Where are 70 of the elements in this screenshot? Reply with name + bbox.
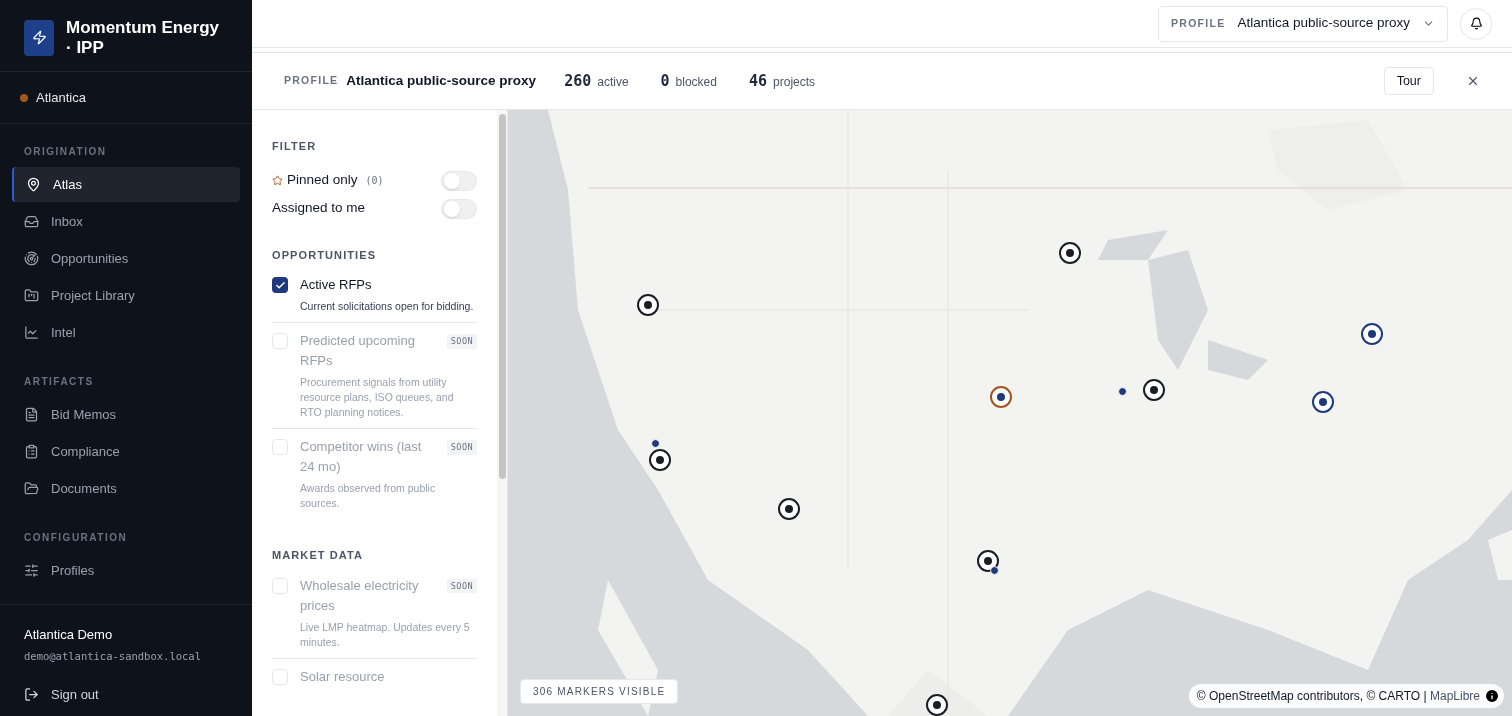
section-heading: CONFIGURATION: [23, 531, 129, 545]
check-icon: [274, 279, 286, 291]
section-heading: ORIGINATION: [23, 145, 108, 159]
option-description: Awards observed from public sources.: [300, 481, 437, 511]
stat-value: 0: [660, 70, 670, 92]
folder-icon: [24, 481, 39, 496]
option-description: Live LMP heatmap. Updates every 5 minutes.: [300, 619, 471, 650]
user-name: Atlantica Demo: [24, 626, 114, 645]
maplibre-link[interactable]: MapLibre: [1429, 689, 1480, 703]
toggle-switch[interactable]: [441, 198, 477, 219]
sliders-icon: [24, 563, 39, 578]
stat-label: active: [597, 73, 629, 91]
option-description: Procurement signals from utility resource plans, ISO queues, and RTO planning notices.: [300, 375, 455, 420]
map-pin-icon: [26, 177, 41, 192]
stat-label: blocked: [675, 73, 717, 91]
option-label: Active RFPs: [300, 276, 372, 294]
nav-item[interactable]: Atlas: [12, 167, 240, 202]
option-label: Competitor wins (last 24 mo): [300, 438, 423, 476]
nav-item[interactable]: Project Library: [12, 278, 240, 313]
nav-item[interactable]: Compliance: [12, 434, 240, 469]
option-description: Current solicitations open for bidding.: [300, 299, 475, 314]
profile-label: PROFILE: [284, 73, 339, 89]
nav-item[interactable]: Documents: [12, 471, 240, 506]
nav-item[interactable]: Profiles: [12, 553, 240, 588]
line-chart-icon: [24, 325, 39, 340]
option-label: Solar resource: [300, 667, 385, 686]
section-heading: MARKET DATA: [272, 548, 365, 563]
user-email: demo@atlantica-sandbox.local: [24, 648, 202, 664]
option-label: Predicted upcoming RFPs: [300, 332, 416, 370]
inbox-icon: [24, 214, 39, 229]
workspace-name: Atlantica: [36, 88, 86, 107]
toggle-switch[interactable]: [441, 170, 477, 191]
option-label: Wholesale electricity prices: [300, 576, 420, 615]
document-icon: [24, 407, 39, 422]
nav-item[interactable]: Opportunities: [12, 241, 240, 276]
soon-badge: SOON: [446, 578, 477, 594]
sign-out-link[interactable]: Sign out: [24, 684, 228, 704]
toggle-label: Pinned only: [287, 171, 358, 190]
tour-button[interactable]: Tour: [1383, 67, 1434, 95]
profile-select[interactable]: PROFILE Atlantica public-source proxy: [1158, 5, 1448, 42]
section-heading: FILTER: [272, 139, 318, 154]
bolt-logo-icon: [24, 19, 54, 56]
stat-value: 260: [564, 70, 592, 92]
map[interactable]: 306 MARKERS VISIBLE © OpenStreetMap contributors, © CARTO | MapLibre: [508, 110, 1512, 716]
soon-badge: SOON: [446, 440, 477, 455]
scrollbar-thumb[interactable]: [498, 114, 506, 479]
bell-icon: [1469, 17, 1483, 30]
select-value: Atlantica public-source proxy: [1237, 14, 1410, 33]
info-icon[interactable]: [1484, 688, 1500, 704]
nav-item[interactable]: Bid Memos: [12, 397, 240, 432]
nav-item[interactable]: Inbox: [12, 204, 240, 239]
count-label: (0): [365, 174, 384, 188]
profile-name: Atlantica public-source proxy: [346, 71, 537, 90]
nav-item[interactable]: Intel: [12, 315, 240, 350]
checkbox[interactable]: [272, 277, 288, 293]
radar-icon: [24, 251, 39, 266]
clipboard-icon: [24, 444, 39, 459]
section-heading: OPPORTUNITIES: [272, 247, 378, 263]
attribution-text: © OpenStreetMap contributors, © CARTO | MapLibre: [1196, 688, 1480, 705]
stat-label: projects: [773, 73, 816, 91]
close-icon[interactable]: [1466, 74, 1480, 88]
markers-count: 306 MARKERS VISIBLE: [520, 679, 679, 704]
select-label: PROFILE: [1171, 15, 1226, 31]
sign-out-icon: [24, 686, 39, 702]
soon-badge: SOON: [446, 334, 477, 349]
toggle-label: Assigned to me: [272, 199, 366, 218]
stat-value: 46: [749, 70, 768, 92]
section-heading: ARTIFACTS: [23, 375, 95, 389]
folder-icon: [24, 288, 39, 303]
brand-name: Momentum Energy · IPP: [66, 17, 221, 58]
